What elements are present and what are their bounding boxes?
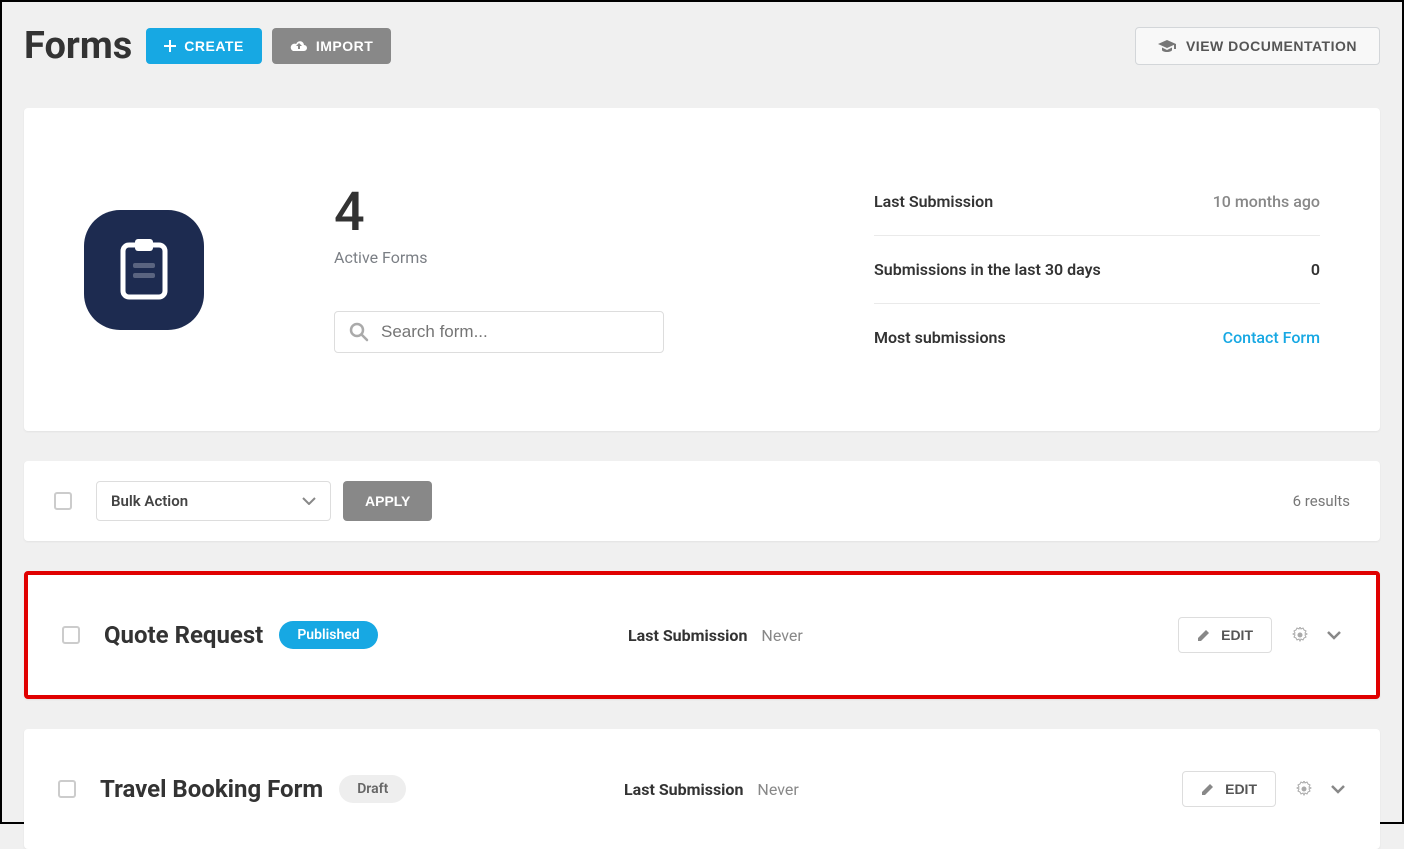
select-all-checkbox[interactable] (54, 492, 72, 510)
plus-icon (164, 40, 176, 52)
gear-icon[interactable] (1292, 627, 1308, 643)
search-input[interactable] (381, 322, 649, 342)
edit-button[interactable]: EDIT (1182, 771, 1276, 807)
results-count: 6 results (1293, 492, 1350, 510)
search-icon (349, 322, 369, 342)
row-checkbox[interactable] (58, 780, 76, 798)
form-row: Travel Booking Form Draft Last Submission N… (24, 729, 1380, 849)
edit-button-label: EDIT (1225, 781, 1257, 797)
import-button[interactable]: IMPORT (272, 28, 391, 64)
edit-button-label: EDIT (1221, 627, 1253, 643)
last-submission-label: Last Submission (874, 192, 993, 211)
clipboard-icon (84, 210, 204, 330)
view-docs-button[interactable]: VIEW DOCUMENTATION (1135, 27, 1380, 65)
active-forms-label: Active Forms (334, 248, 754, 267)
stats-card: 4 Active Forms Last Submission 10 months… (24, 108, 1380, 431)
page-title: Forms (24, 24, 132, 68)
pencil-icon (1201, 782, 1215, 796)
last-submission-row-label: Last Submission (624, 780, 743, 799)
last-submission-row-value: Never (761, 626, 802, 645)
bulk-action-bar: Bulk Action APPLY 6 results (24, 461, 1380, 541)
apply-button[interactable]: APPLY (343, 481, 432, 521)
form-row: Quote Request Published Last Submission Nev… (24, 571, 1380, 699)
import-button-label: IMPORT (316, 38, 373, 54)
form-name[interactable]: Quote Request (104, 621, 263, 649)
view-docs-label: VIEW DOCUMENTATION (1186, 38, 1357, 54)
subs-30-value: 0 (1311, 260, 1320, 279)
status-badge: Published (279, 621, 377, 649)
most-submissions-link[interactable]: Contact Form (1223, 328, 1320, 347)
edit-button[interactable]: EDIT (1178, 617, 1272, 653)
most-submissions-label: Most submissions (874, 328, 1006, 347)
last-submission-row-label: Last Submission (628, 626, 747, 645)
bulk-action-select[interactable]: Bulk Action (96, 481, 331, 521)
active-forms-count: 4 (334, 186, 754, 240)
chevron-down-icon[interactable] (1326, 630, 1342, 640)
chevron-down-icon[interactable] (1330, 784, 1346, 794)
bulk-action-select-label: Bulk Action (111, 492, 188, 510)
last-submission-row-value: Never (757, 780, 798, 799)
cloud-upload-icon (290, 39, 308, 53)
create-button-label: CREATE (184, 38, 244, 54)
pencil-icon (1197, 628, 1211, 642)
create-button[interactable]: CREATE (146, 28, 262, 64)
row-checkbox[interactable] (62, 626, 80, 644)
gear-icon[interactable] (1296, 781, 1312, 797)
last-submission-value: 10 months ago (1213, 192, 1320, 211)
status-badge: Draft (339, 775, 406, 803)
search-input-wrapper[interactable] (334, 311, 664, 353)
form-name[interactable]: Travel Booking Form (100, 775, 323, 803)
subs-30-label: Submissions in the last 30 days (874, 260, 1101, 279)
graduation-cap-icon (1158, 40, 1176, 52)
chevron-down-icon (302, 497, 316, 505)
